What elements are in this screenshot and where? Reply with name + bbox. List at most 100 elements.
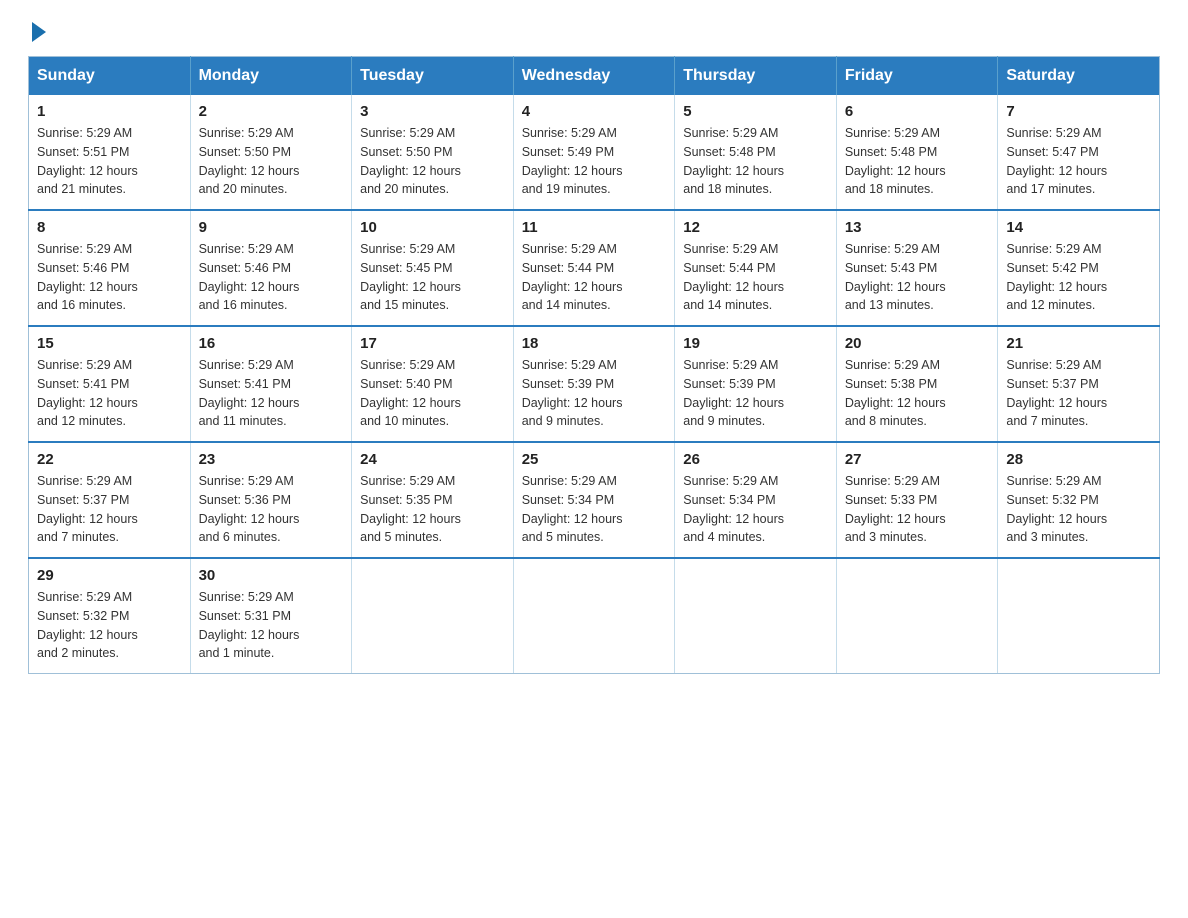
day-number: 11: [522, 219, 667, 236]
calendar-day-cell: 23 Sunrise: 5:29 AMSunset: 5:36 PMDaylig…: [190, 442, 352, 558]
day-number: 17: [360, 335, 505, 352]
day-number: 21: [1006, 335, 1151, 352]
day-info: Sunrise: 5:29 AMSunset: 5:48 PMDaylight:…: [845, 124, 990, 199]
calendar-day-cell: [836, 558, 998, 674]
day-number: 9: [199, 219, 344, 236]
day-number: 15: [37, 335, 182, 352]
calendar-week-row: 29 Sunrise: 5:29 AMSunset: 5:32 PMDaylig…: [29, 558, 1160, 674]
day-number: 8: [37, 219, 182, 236]
calendar-day-cell: 5 Sunrise: 5:29 AMSunset: 5:48 PMDayligh…: [675, 95, 837, 210]
day-number: 25: [522, 451, 667, 468]
day-number: 2: [199, 103, 344, 120]
calendar-week-row: 22 Sunrise: 5:29 AMSunset: 5:37 PMDaylig…: [29, 442, 1160, 558]
day-number: 22: [37, 451, 182, 468]
day-info: Sunrise: 5:29 AMSunset: 5:31 PMDaylight:…: [199, 588, 344, 663]
day-info: Sunrise: 5:29 AMSunset: 5:34 PMDaylight:…: [522, 472, 667, 547]
calendar-header-tuesday: Tuesday: [352, 57, 514, 96]
calendar-day-cell: 13 Sunrise: 5:29 AMSunset: 5:43 PMDaylig…: [836, 210, 998, 326]
day-number: 6: [845, 103, 990, 120]
day-number: 18: [522, 335, 667, 352]
calendar-day-cell: 10 Sunrise: 5:29 AMSunset: 5:45 PMDaylig…: [352, 210, 514, 326]
calendar-day-cell: 27 Sunrise: 5:29 AMSunset: 5:33 PMDaylig…: [836, 442, 998, 558]
day-number: 16: [199, 335, 344, 352]
calendar-day-cell: 22 Sunrise: 5:29 AMSunset: 5:37 PMDaylig…: [29, 442, 191, 558]
day-number: 10: [360, 219, 505, 236]
calendar-day-cell: 12 Sunrise: 5:29 AMSunset: 5:44 PMDaylig…: [675, 210, 837, 326]
day-info: Sunrise: 5:29 AMSunset: 5:41 PMDaylight:…: [37, 356, 182, 431]
calendar-day-cell: 8 Sunrise: 5:29 AMSunset: 5:46 PMDayligh…: [29, 210, 191, 326]
calendar-day-cell: 1 Sunrise: 5:29 AMSunset: 5:51 PMDayligh…: [29, 95, 191, 210]
calendar-week-row: 1 Sunrise: 5:29 AMSunset: 5:51 PMDayligh…: [29, 95, 1160, 210]
calendar-day-cell: 29 Sunrise: 5:29 AMSunset: 5:32 PMDaylig…: [29, 558, 191, 674]
day-info: Sunrise: 5:29 AMSunset: 5:50 PMDaylight:…: [360, 124, 505, 199]
calendar-day-cell: 11 Sunrise: 5:29 AMSunset: 5:44 PMDaylig…: [513, 210, 675, 326]
day-info: Sunrise: 5:29 AMSunset: 5:42 PMDaylight:…: [1006, 240, 1151, 315]
calendar-header-row: SundayMondayTuesdayWednesdayThursdayFrid…: [29, 57, 1160, 96]
day-info: Sunrise: 5:29 AMSunset: 5:46 PMDaylight:…: [199, 240, 344, 315]
day-number: 29: [37, 567, 182, 584]
calendar-day-cell: 4 Sunrise: 5:29 AMSunset: 5:49 PMDayligh…: [513, 95, 675, 210]
calendar-day-cell: 7 Sunrise: 5:29 AMSunset: 5:47 PMDayligh…: [998, 95, 1160, 210]
day-info: Sunrise: 5:29 AMSunset: 5:40 PMDaylight:…: [360, 356, 505, 431]
day-number: 13: [845, 219, 990, 236]
day-number: 28: [1006, 451, 1151, 468]
day-number: 3: [360, 103, 505, 120]
day-number: 20: [845, 335, 990, 352]
calendar-day-cell: 6 Sunrise: 5:29 AMSunset: 5:48 PMDayligh…: [836, 95, 998, 210]
day-number: 14: [1006, 219, 1151, 236]
calendar-day-cell: 21 Sunrise: 5:29 AMSunset: 5:37 PMDaylig…: [998, 326, 1160, 442]
day-info: Sunrise: 5:29 AMSunset: 5:39 PMDaylight:…: [522, 356, 667, 431]
day-number: 30: [199, 567, 344, 584]
day-info: Sunrise: 5:29 AMSunset: 5:51 PMDaylight:…: [37, 124, 182, 199]
day-info: Sunrise: 5:29 AMSunset: 5:33 PMDaylight:…: [845, 472, 990, 547]
day-number: 23: [199, 451, 344, 468]
day-info: Sunrise: 5:29 AMSunset: 5:50 PMDaylight:…: [199, 124, 344, 199]
day-number: 26: [683, 451, 828, 468]
calendar-day-cell: 24 Sunrise: 5:29 AMSunset: 5:35 PMDaylig…: [352, 442, 514, 558]
calendar-day-cell: 19 Sunrise: 5:29 AMSunset: 5:39 PMDaylig…: [675, 326, 837, 442]
calendar-day-cell: 9 Sunrise: 5:29 AMSunset: 5:46 PMDayligh…: [190, 210, 352, 326]
calendar-day-cell: [675, 558, 837, 674]
calendar-day-cell: [998, 558, 1160, 674]
calendar-header-sunday: Sunday: [29, 57, 191, 96]
day-number: 19: [683, 335, 828, 352]
calendar-day-cell: 20 Sunrise: 5:29 AMSunset: 5:38 PMDaylig…: [836, 326, 998, 442]
day-info: Sunrise: 5:29 AMSunset: 5:44 PMDaylight:…: [683, 240, 828, 315]
day-info: Sunrise: 5:29 AMSunset: 5:44 PMDaylight:…: [522, 240, 667, 315]
calendar-day-cell: 25 Sunrise: 5:29 AMSunset: 5:34 PMDaylig…: [513, 442, 675, 558]
logo: [28, 24, 46, 38]
logo-triangle-icon: [32, 22, 46, 42]
calendar-day-cell: 28 Sunrise: 5:29 AMSunset: 5:32 PMDaylig…: [998, 442, 1160, 558]
calendar-day-cell: [352, 558, 514, 674]
calendar-day-cell: 15 Sunrise: 5:29 AMSunset: 5:41 PMDaylig…: [29, 326, 191, 442]
day-number: 24: [360, 451, 505, 468]
day-info: Sunrise: 5:29 AMSunset: 5:37 PMDaylight:…: [1006, 356, 1151, 431]
day-number: 1: [37, 103, 182, 120]
day-info: Sunrise: 5:29 AMSunset: 5:48 PMDaylight:…: [683, 124, 828, 199]
calendar-day-cell: 16 Sunrise: 5:29 AMSunset: 5:41 PMDaylig…: [190, 326, 352, 442]
calendar-day-cell: 3 Sunrise: 5:29 AMSunset: 5:50 PMDayligh…: [352, 95, 514, 210]
day-info: Sunrise: 5:29 AMSunset: 5:43 PMDaylight:…: [845, 240, 990, 315]
calendar-header-saturday: Saturday: [998, 57, 1160, 96]
day-info: Sunrise: 5:29 AMSunset: 5:46 PMDaylight:…: [37, 240, 182, 315]
calendar-day-cell: 14 Sunrise: 5:29 AMSunset: 5:42 PMDaylig…: [998, 210, 1160, 326]
calendar-header-thursday: Thursday: [675, 57, 837, 96]
day-info: Sunrise: 5:29 AMSunset: 5:36 PMDaylight:…: [199, 472, 344, 547]
day-number: 5: [683, 103, 828, 120]
day-info: Sunrise: 5:29 AMSunset: 5:39 PMDaylight:…: [683, 356, 828, 431]
day-info: Sunrise: 5:29 AMSunset: 5:47 PMDaylight:…: [1006, 124, 1151, 199]
day-number: 4: [522, 103, 667, 120]
day-number: 27: [845, 451, 990, 468]
day-info: Sunrise: 5:29 AMSunset: 5:32 PMDaylight:…: [37, 588, 182, 663]
calendar-day-cell: 17 Sunrise: 5:29 AMSunset: 5:40 PMDaylig…: [352, 326, 514, 442]
page-header: [28, 24, 1160, 38]
calendar-day-cell: 30 Sunrise: 5:29 AMSunset: 5:31 PMDaylig…: [190, 558, 352, 674]
day-info: Sunrise: 5:29 AMSunset: 5:41 PMDaylight:…: [199, 356, 344, 431]
calendar-day-cell: [513, 558, 675, 674]
day-info: Sunrise: 5:29 AMSunset: 5:45 PMDaylight:…: [360, 240, 505, 315]
calendar-day-cell: 18 Sunrise: 5:29 AMSunset: 5:39 PMDaylig…: [513, 326, 675, 442]
calendar-header-friday: Friday: [836, 57, 998, 96]
calendar-week-row: 15 Sunrise: 5:29 AMSunset: 5:41 PMDaylig…: [29, 326, 1160, 442]
day-number: 12: [683, 219, 828, 236]
day-info: Sunrise: 5:29 AMSunset: 5:49 PMDaylight:…: [522, 124, 667, 199]
